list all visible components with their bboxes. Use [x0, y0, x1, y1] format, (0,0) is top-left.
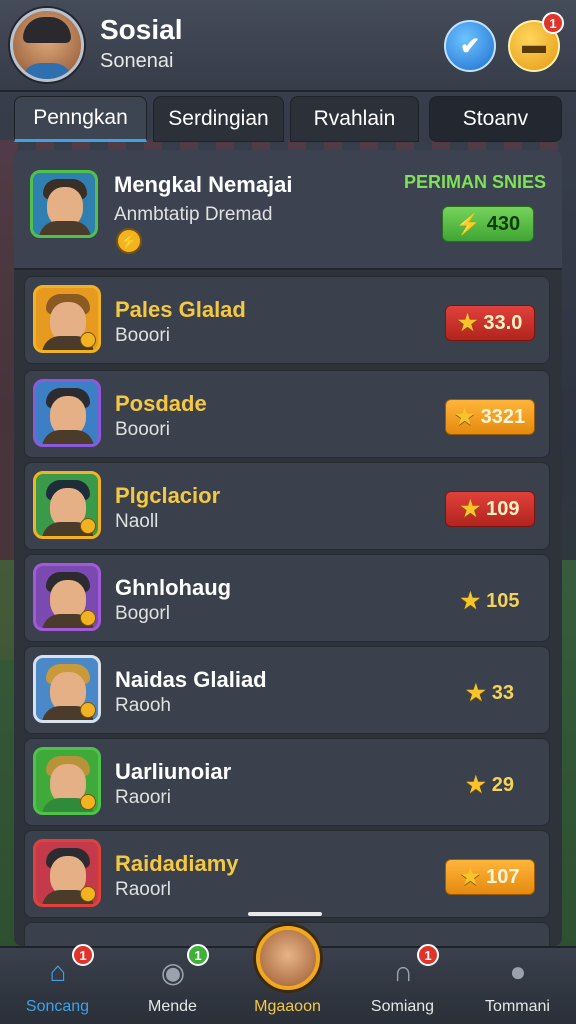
star-icon: ★: [466, 772, 486, 797]
score-value: 109: [486, 497, 520, 520]
center-player-avatar[interactable]: [256, 926, 320, 990]
score-value: 107: [486, 865, 520, 888]
tab-bar: Penngkan Serdingian Rvahlain Stoanv: [14, 96, 562, 144]
player-subtitle: Raooh: [115, 695, 171, 716]
player-name: Raidadiamy: [115, 851, 239, 876]
notification-badge: 1: [417, 944, 439, 966]
player-portrait: [33, 747, 101, 815]
player-name: Mengkal Nemajai: [114, 172, 293, 197]
nav-home[interactable]: ⌂ 1 Soncang: [0, 944, 115, 1024]
score-badge: ★ 105: [445, 583, 535, 619]
player-portrait: [30, 170, 98, 238]
player-subtitle: Naoll: [115, 511, 159, 532]
lightning-icon: ⚡: [455, 213, 481, 236]
leaderboard-list: Mengkal Nemajai Anmbtatip Dremad ⚡ PERIM…: [14, 150, 562, 946]
list-item[interactable]: Raidadiamy Raoorl ★ 107: [24, 830, 550, 918]
score-badge: ★ 33: [445, 675, 535, 711]
player-portrait: [33, 839, 101, 907]
tab-rvahlain[interactable]: Rvahlain: [289, 96, 419, 142]
player-subtitle: Raoori: [115, 787, 171, 808]
featured-tag: PERIMAN SNIES: [403, 172, 546, 192]
score-value: 3321: [480, 405, 526, 428]
coin-icon: ⚡: [116, 228, 142, 254]
featured-score-badge[interactable]: ⚡ 430: [442, 206, 534, 242]
star-icon: ★: [457, 310, 478, 335]
inbox-button[interactable]: ▬ 1: [508, 12, 564, 72]
list-item[interactable]: Ghnlohaug Bogorl ★ 105: [24, 554, 550, 642]
check-icon: ✔: [459, 32, 481, 60]
nav-tommani[interactable]: ● Tommani: [460, 948, 575, 1024]
player-name: Ghnlohaug: [115, 575, 232, 600]
profile-icon: ●: [509, 956, 527, 987]
player-name: Posdade: [115, 391, 207, 416]
player-subtitle: Raoorl: [115, 879, 171, 900]
tab-penngkan[interactable]: Penngkan: [14, 96, 147, 142]
inbox-icon: ▬: [522, 32, 546, 59]
score-badge: ★ 3321: [445, 399, 535, 435]
star-icon: ★: [466, 680, 486, 705]
featured-player-row[interactable]: Mengkal Nemajai Anmbtatip Dremad ⚡ PERIM…: [14, 150, 562, 270]
nav-label: Soncang: [25, 998, 90, 1015]
score-value: 33.0: [483, 311, 523, 334]
player-portrait: [33, 471, 101, 539]
tab-serdingian[interactable]: Serdingian: [152, 96, 284, 142]
list-item[interactable]: Uarliunoiar Raoori ★ 29: [24, 738, 550, 826]
check-button[interactable]: ✔: [444, 20, 496, 72]
score-value: 105: [486, 589, 520, 612]
scroll-indicator[interactable]: [248, 912, 322, 916]
top-header: Sosial Sonenai ✔ ▬ 1: [0, 0, 576, 92]
nav-label: Mgaaoon: [254, 998, 321, 1015]
player-name: Plgclacior: [115, 483, 221, 508]
player-name: Pales Glalad: [115, 297, 246, 322]
score-badge: ★ 107: [445, 859, 535, 895]
player-name: Naidas Glaliad: [115, 667, 267, 692]
player-subtitle: Booori: [115, 419, 170, 440]
star-icon: ★: [454, 404, 475, 429]
player-portrait: [33, 563, 101, 631]
list-item[interactable]: Pales Glalad Booori ★ 33.0: [24, 276, 550, 364]
star-icon: ★: [460, 496, 481, 521]
list-item[interactable]: Plgclacior Naoll ★ 109: [24, 462, 550, 550]
player-portrait: [33, 379, 101, 447]
score-badge: ★ 33.0: [445, 305, 535, 341]
score-value: 29: [491, 773, 514, 796]
score-badge: ★ 29: [445, 767, 535, 803]
notification-badge: 1: [187, 944, 209, 966]
player-name: Uarliunoiar: [115, 759, 232, 784]
page-subtitle: Sonenai: [100, 50, 174, 72]
star-icon: ★: [460, 588, 481, 613]
notification-badge: 1: [72, 944, 94, 966]
star-icon: ★: [460, 864, 481, 889]
list-item[interactable]: Naidas Glaliad Raooh ★ 33: [24, 646, 550, 734]
player-portrait: [33, 655, 101, 723]
player-portrait: [33, 285, 101, 353]
nav-mende[interactable]: ◉ 1 Mende: [115, 944, 230, 1024]
score-value: 430: [486, 212, 521, 235]
nav-label: Somiang: [370, 998, 435, 1015]
list-item[interactable]: Posdade Booori ★ 3321: [24, 370, 550, 458]
player-subtitle: Booori: [115, 325, 170, 346]
notification-badge: 1: [542, 12, 564, 34]
score-badge: ★ 109: [445, 491, 535, 527]
player-avatar[interactable]: [10, 8, 84, 82]
player-subtitle: Bogorl: [115, 603, 170, 624]
nav-somiang[interactable]: ∩ 1 Somiang: [345, 944, 460, 1024]
tab-stoanv[interactable]: Stoanv: [429, 96, 562, 142]
nav-label: Mende: [148, 998, 197, 1015]
player-subtitle: Anmbtatip Dremad: [114, 204, 273, 225]
score-value: 33: [491, 681, 514, 704]
page-title: Sosial: [100, 14, 183, 45]
nav-label: Tommani: [485, 998, 550, 1015]
